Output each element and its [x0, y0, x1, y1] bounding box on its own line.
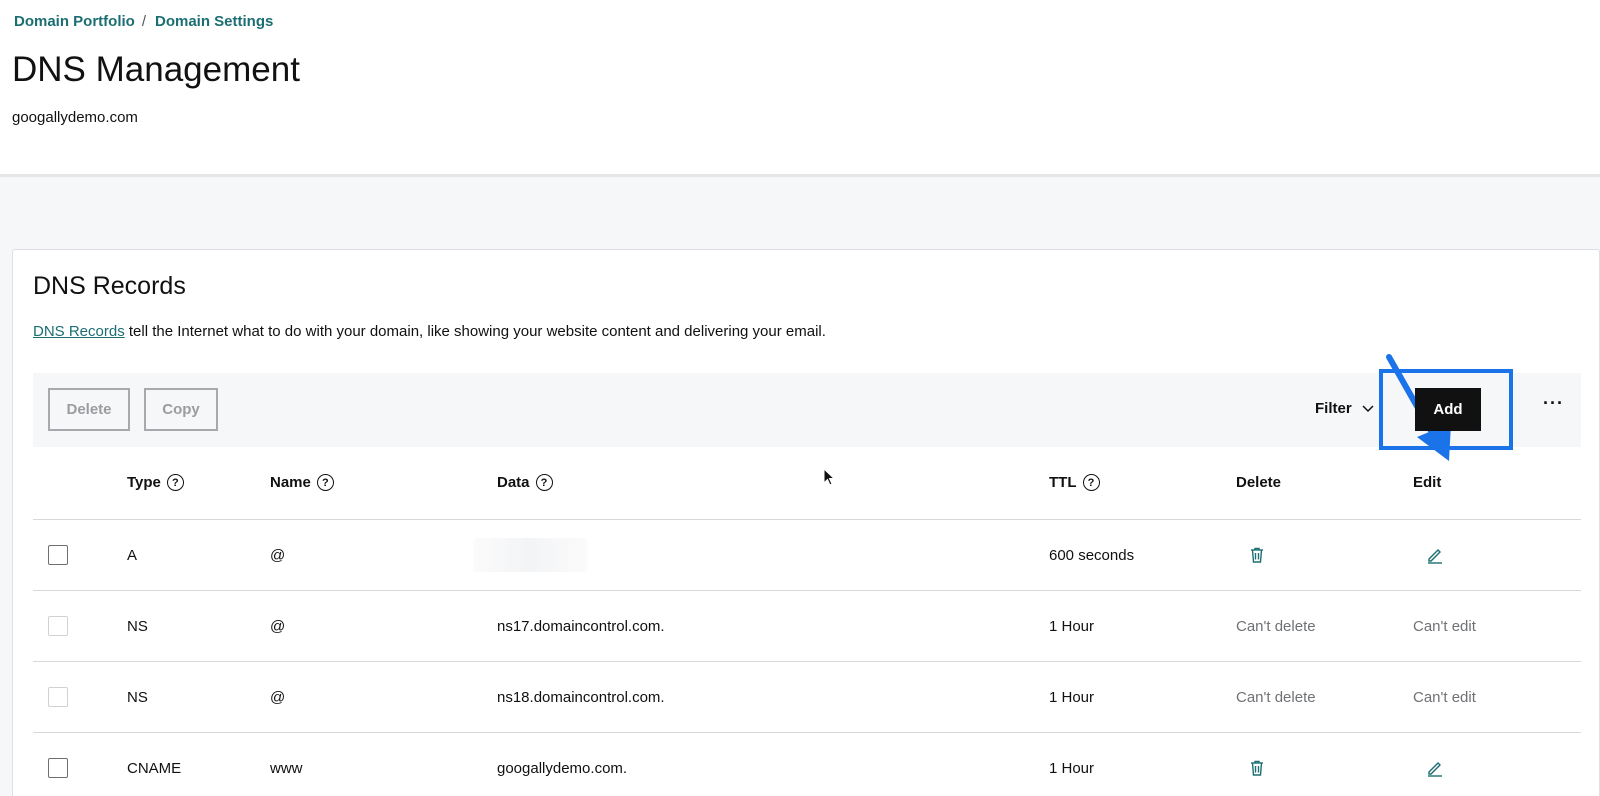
cell-edit: Can't edit [1413, 618, 1476, 635]
add-button[interactable]: Add [1415, 388, 1481, 431]
help-icon[interactable]: ? [535, 474, 553, 491]
trash-icon[interactable] [1248, 759, 1266, 777]
more-options-icon[interactable]: ··· [1543, 393, 1564, 414]
header-edit: Edit [1413, 474, 1442, 491]
header-ttl: TTL? [1049, 474, 1100, 491]
header-ttl-label: TTL [1049, 474, 1077, 491]
card-title: DNS Records [33, 272, 186, 300]
help-icon[interactable]: ? [1082, 474, 1100, 491]
row-checkbox [48, 687, 68, 707]
filter-dropdown[interactable]: Filter [1315, 400, 1374, 417]
domain-name: googallydemo.com [12, 109, 138, 126]
toolbar: Delete Copy Filter Add ··· [33, 354, 1581, 461]
chevron-down-icon [1362, 404, 1374, 412]
row-checkbox [48, 616, 68, 636]
help-icon[interactable]: ? [316, 474, 334, 491]
cell-type: A [127, 547, 138, 564]
cell-data: ns18.domaincontrol.com. [497, 689, 665, 706]
pencil-icon[interactable] [1426, 759, 1444, 777]
card-description-text: tell the Internet what to do with your d… [124, 323, 826, 340]
cell-name: @ [270, 547, 286, 564]
cell-delete: Can't delete [1236, 689, 1316, 706]
trash-icon[interactable] [1248, 546, 1266, 564]
row-checkbox[interactable] [48, 545, 68, 565]
delete-button[interactable]: Delete [48, 388, 130, 431]
cell-ttl: 1 Hour [1049, 618, 1095, 635]
cell-type: NS [127, 689, 148, 706]
breadcrumb: Domain Portfolio / Domain Settings [14, 13, 273, 30]
breadcrumb-domain-settings[interactable]: Domain Settings [155, 13, 273, 30]
cell-data: googallydemo.com. [497, 760, 628, 777]
table-row: NS @ ns17.domaincontrol.com. 1 Hour Can'… [33, 591, 1581, 662]
cell-ttl: 1 Hour [1049, 689, 1095, 706]
header-name: Name? [270, 474, 334, 491]
header-type: Type? [127, 474, 184, 491]
redacted-data [473, 538, 587, 572]
copy-button[interactable]: Copy [144, 388, 218, 431]
cell-ttl: 1 Hour [1049, 760, 1095, 777]
cell-name: @ [270, 689, 286, 706]
header-data: Data? [497, 474, 553, 491]
cell-delete: Can't delete [1236, 618, 1316, 635]
dns-records-link[interactable]: DNS Records [33, 323, 125, 340]
cell-name: www [270, 760, 303, 777]
cell-type: NS [127, 618, 148, 635]
mouse-cursor-icon [823, 468, 836, 486]
cell-type: CNAME [127, 760, 182, 777]
table-row: CNAME www googallydemo.com. 1 Hour [33, 733, 1581, 796]
dns-records-card: DNS Records DNS Records tell the Interne… [12, 249, 1600, 796]
help-icon[interactable]: ? [166, 474, 184, 491]
table-row: NS @ ns18.domaincontrol.com. 1 Hour Can'… [33, 662, 1581, 733]
header-delete: Delete [1236, 474, 1282, 491]
header-data-label: Data [497, 474, 530, 491]
row-checkbox[interactable] [48, 758, 68, 778]
card-description: DNS Records tell the Internet what to do… [33, 323, 826, 340]
breadcrumb-separator: / [141, 13, 146, 30]
table-header: Type? Name? Data? TTL? Delete Edit [33, 447, 1581, 520]
pencil-icon[interactable] [1426, 546, 1444, 564]
header-name-label: Name [270, 474, 311, 491]
cell-name: @ [270, 618, 286, 635]
cell-edit: Can't edit [1413, 689, 1476, 706]
filter-label: Filter [1315, 400, 1352, 417]
header-type-label: Type [127, 474, 161, 491]
page-title: DNS Management [12, 50, 300, 89]
cell-ttl: 600 seconds [1049, 547, 1135, 564]
cell-data: ns17.domaincontrol.com. [497, 618, 665, 635]
breadcrumb-domain-portfolio[interactable]: Domain Portfolio [14, 13, 135, 30]
page-header: Domain Portfolio / Domain Settings DNS M… [0, 0, 1600, 177]
table-row: A @ 600 seconds [33, 520, 1581, 591]
dns-records-table: Type? Name? Data? TTL? Delete Edit A @ 6… [33, 447, 1581, 796]
